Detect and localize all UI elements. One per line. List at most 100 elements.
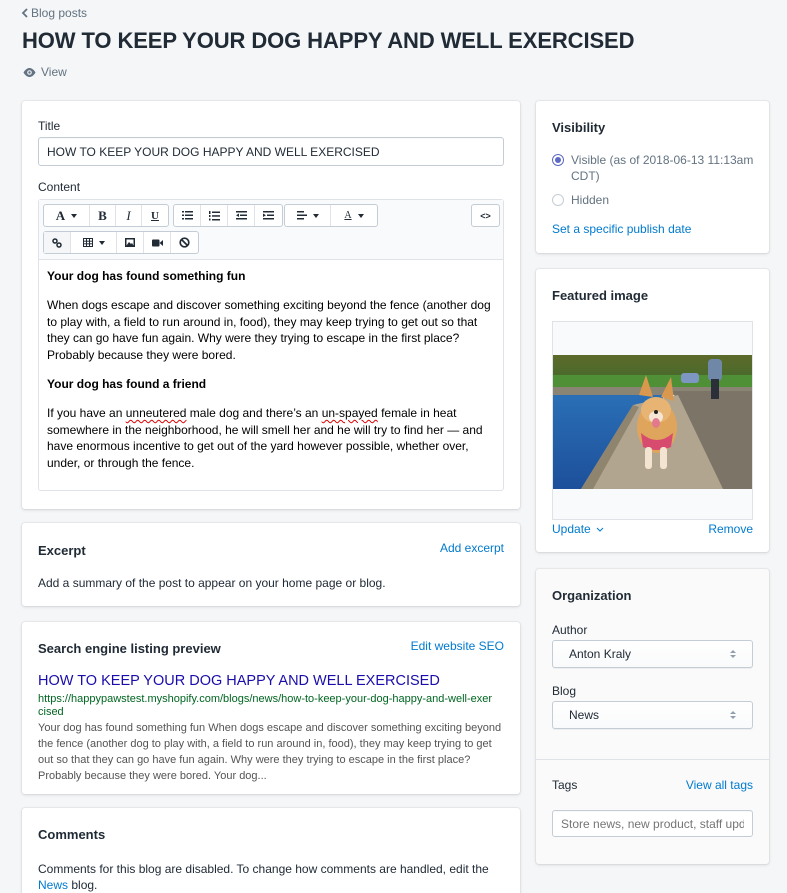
outdent-button[interactable] (228, 205, 255, 226)
rich-text-editor: A B I U A <> Your dog has found somethin… (38, 199, 504, 491)
breadcrumb-label: Blog posts (31, 6, 88, 20)
insert-video-button[interactable] (144, 232, 171, 253)
seo-heading: Search engine listing preview (38, 641, 221, 656)
organization-card: Organization Author Anton Kraly Blog New… (536, 569, 769, 864)
tags-label: Tags (552, 778, 578, 792)
content-label: Content (38, 180, 81, 194)
clear-formatting-button[interactable] (171, 232, 198, 253)
bold-button[interactable]: B (90, 205, 116, 226)
set-publish-date-link[interactable]: Set a specific publish date (552, 222, 691, 236)
font-style-icon: A (55, 207, 66, 223)
hidden-radio[interactable] (552, 194, 564, 206)
featured-image-heading: Featured image (552, 288, 649, 303)
table-button[interactable] (71, 232, 117, 253)
excerpt-card: Excerpt Add excerpt Add a summary of the… (22, 523, 520, 606)
html-toggle-button[interactable]: <> (472, 205, 499, 226)
hidden-option[interactable]: Hidden (552, 192, 609, 208)
numbered-list-icon (208, 210, 220, 220)
update-image-link[interactable]: Update (552, 522, 604, 536)
featured-image (553, 355, 752, 489)
text-run: If you have an (47, 405, 126, 420)
tags-input[interactable] (552, 810, 753, 837)
comments-description: Comments for this blog are disabled. To … (38, 861, 504, 893)
chevron-down-icon (98, 240, 105, 245)
chevron-down-icon (596, 527, 604, 532)
text-color-icon: A (344, 210, 352, 221)
insert-image-button[interactable] (117, 232, 144, 253)
align-color-group: A (284, 204, 378, 227)
organization-heading: Organization (552, 588, 632, 603)
text-format-group: A B I U (43, 204, 169, 227)
page-title: HOW TO KEEP YOUR DOG HAPPY AND WELL EXER… (22, 28, 635, 53)
prohibited-icon (179, 237, 190, 248)
comments-text: Comments for this blog are disabled. To … (38, 862, 489, 876)
update-label: Update (552, 522, 591, 536)
editor-toolbar: A B I U A <> (39, 200, 503, 260)
add-excerpt-link[interactable]: Add excerpt (440, 541, 504, 555)
comments-text: blog. (68, 878, 98, 892)
visible-option-label: Visible (as of 2018-06-13 11:13am CDT) (571, 153, 754, 183)
author-label: Author (552, 623, 588, 637)
seo-preview-url: https://happypawstest.myshopify.com/blog… (38, 693, 493, 718)
blog-label: Blog (552, 684, 577, 698)
chevron-left-icon (21, 6, 31, 20)
code-icon: <> (480, 210, 491, 221)
title-label: Title (38, 119, 61, 133)
view-all-tags-link[interactable]: View all tags (686, 778, 753, 792)
align-left-icon (296, 211, 307, 220)
view-link[interactable]: View (23, 65, 67, 79)
chevron-down-icon (312, 213, 319, 218)
align-button[interactable] (285, 205, 331, 226)
section-divider (536, 759, 769, 760)
bulleted-list-button[interactable] (174, 205, 201, 226)
text-color-button[interactable]: A (331, 205, 377, 226)
edit-seo-link[interactable]: Edit website SEO (411, 639, 504, 653)
hidden-option-label: Hidden (571, 193, 610, 207)
author-select[interactable]: Anton Kraly (552, 640, 753, 668)
author-select-value: Anton Kraly (569, 647, 632, 661)
excerpt-description: Add a summary of the post to appear on y… (38, 576, 386, 590)
numbered-list-button[interactable] (201, 205, 228, 226)
comments-card: Comments Comments for this blog are disa… (22, 808, 520, 893)
underline-icon: U (151, 209, 159, 222)
view-label: View (41, 65, 67, 79)
editor-content-area[interactable]: Your dog has found something fun When do… (39, 260, 503, 492)
breadcrumb-back-link[interactable]: Blog posts (21, 6, 87, 20)
misspelled-word: un-spayed (321, 405, 378, 420)
remove-image-link[interactable]: Remove (708, 522, 753, 536)
italic-button[interactable]: I (116, 205, 142, 226)
indent-icon (263, 211, 274, 220)
insert-group (43, 231, 199, 254)
html-toggle-group: <> (471, 204, 500, 227)
featured-image-frame[interactable] (552, 321, 753, 520)
misspelled-word: unneutered (125, 405, 187, 420)
bulleted-list-icon (181, 211, 193, 220)
video-camera-icon (151, 239, 163, 246)
title-input-value: HOW TO KEEP YOUR DOG HAPPY AND WELL EXER… (47, 144, 380, 159)
blog-select[interactable]: News (552, 701, 753, 729)
chevron-down-icon (71, 213, 78, 218)
content-paragraph: If you have an unneutered male dog and t… (47, 405, 495, 472)
seo-preview-card: Search engine listing preview Edit websi… (22, 622, 520, 794)
content-heading: Your dog has found something fun (47, 269, 246, 283)
select-arrows-icon (730, 711, 736, 719)
link-icon (52, 237, 62, 248)
visible-radio[interactable] (552, 154, 564, 166)
content-paragraph: When dogs escape and discover something … (47, 297, 491, 363)
visibility-card: Visibility Visible (as of 2018-06-13 11:… (536, 101, 769, 253)
image-icon (125, 238, 135, 247)
bold-icon: B (98, 207, 107, 223)
excerpt-heading: Excerpt (38, 543, 86, 558)
title-input[interactable]: HOW TO KEEP YOUR DOG HAPPY AND WELL EXER… (38, 137, 504, 166)
text-run: male dog and there’s an (186, 405, 322, 420)
font-style-button[interactable]: A (44, 205, 90, 226)
visible-option[interactable]: Visible (as of 2018-06-13 11:13am CDT) (552, 152, 757, 184)
underline-button[interactable]: U (142, 205, 168, 226)
news-blog-link[interactable]: News (38, 878, 68, 892)
italic-icon: I (126, 207, 131, 223)
indent-button[interactable] (255, 205, 282, 226)
list-group (173, 204, 283, 227)
content-heading: Your dog has found a friend (47, 376, 207, 391)
link-button[interactable] (44, 232, 71, 253)
featured-image-card: Featured image Update Remove (536, 269, 769, 552)
